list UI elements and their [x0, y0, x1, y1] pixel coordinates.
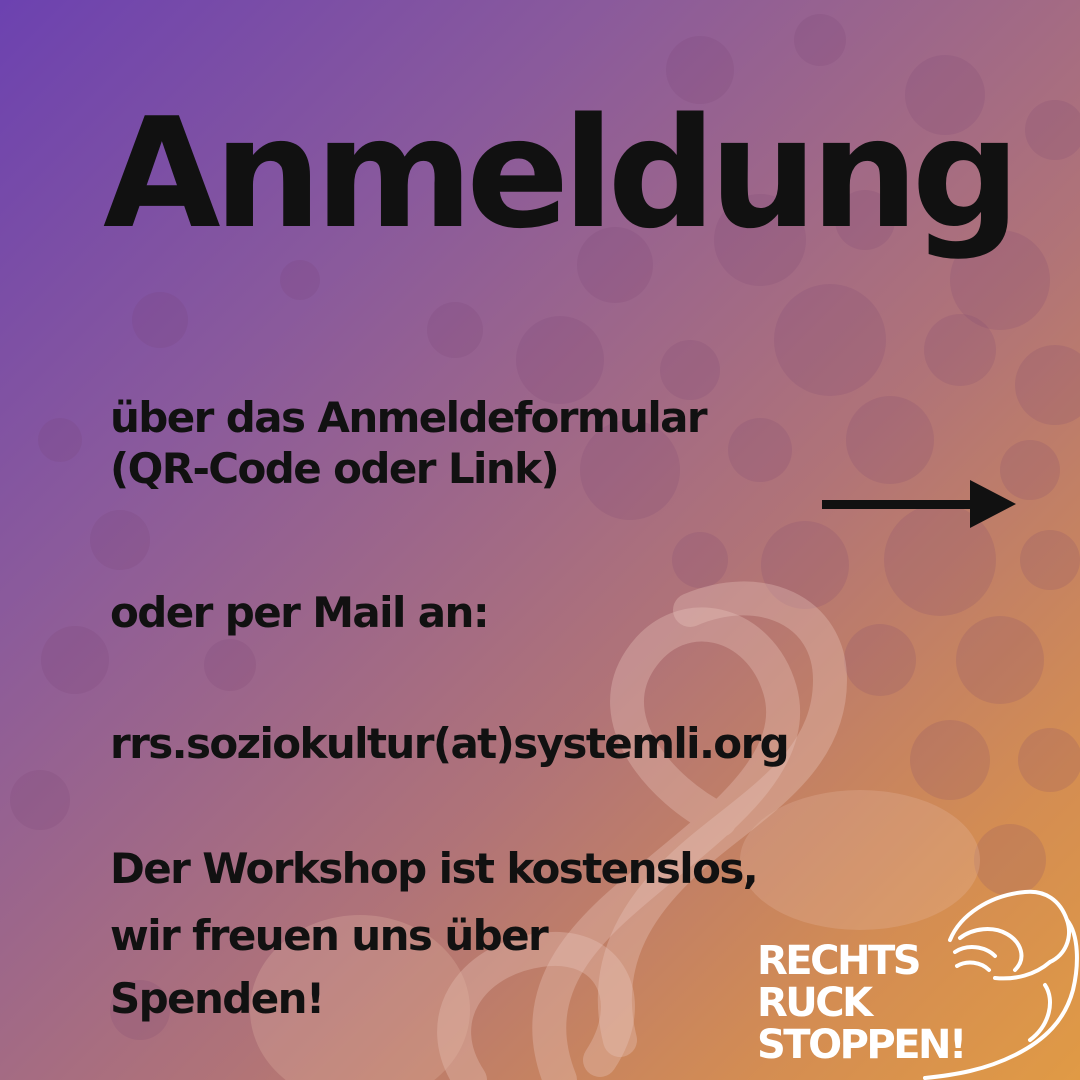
- registration-form-hint: (QR-Code oder Link): [110, 444, 560, 493]
- rechts-ruck-stoppen-logo: RECHTS RUCK STOPPEN!: [745, 880, 1080, 1080]
- cost-note-line-3: Spenden!: [110, 974, 325, 1023]
- poster: Anmeldung über das Anmeldeformular (QR-C…: [0, 0, 1080, 1080]
- cost-note-line-2: wir freuen uns über: [110, 911, 549, 960]
- arrow-right-icon: [822, 480, 1016, 528]
- email-address: rrs.soziokultur(at)systemli.org: [110, 719, 790, 768]
- logo-text-rechts: RECHTS: [757, 938, 922, 984]
- mail-intro-text: oder per Mail an:: [110, 588, 490, 637]
- page-title: Anmeldung: [103, 85, 1020, 262]
- registration-form-text: über das Anmeldeformular: [110, 393, 708, 442]
- logo-text-ruck: RUCK: [757, 980, 873, 1026]
- cost-note-line-1: Der Workshop ist kostenslos,: [110, 844, 759, 893]
- logo-text-stoppen: STOPPEN!: [757, 1022, 967, 1068]
